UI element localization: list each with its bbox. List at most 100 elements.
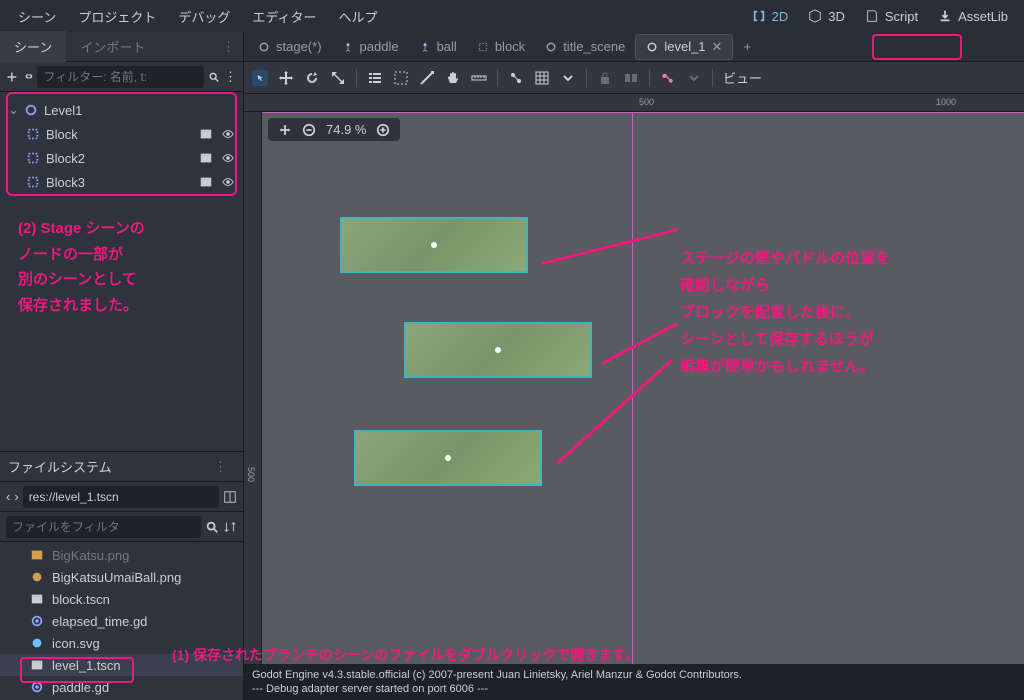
zoom-out-icon[interactable] <box>302 123 316 137</box>
view-menu-label[interactable]: ビュー <box>723 68 762 87</box>
fs-file-row[interactable]: paddle.gd <box>0 676 243 698</box>
view-3d-button[interactable]: 3D <box>800 5 853 28</box>
fs-path[interactable]: res://level_1.tscn <box>23 486 219 508</box>
menubar: シーン プロジェクト デバッグ エディター ヘルプ 2D 3D Script A… <box>0 0 1024 32</box>
body-icon <box>342 41 354 53</box>
scene-file-icon <box>30 592 44 606</box>
3d-icon <box>808 9 822 23</box>
menu-scene[interactable]: シーン <box>8 1 66 32</box>
ruler-horizontal: 500 1000 <box>244 94 1024 112</box>
fs-file-row[interactable]: BigKatsu.png <box>0 544 243 566</box>
list-select-icon[interactable] <box>367 70 383 86</box>
doc-tab-ball[interactable]: ball <box>409 35 467 58</box>
tree-node-block2[interactable]: Block2 <box>0 146 243 170</box>
visibility-icon[interactable] <box>221 175 235 189</box>
viewport-2d[interactable]: 74.9 % <box>262 112 1024 664</box>
search-icon[interactable] <box>205 520 219 534</box>
node2d-icon <box>24 103 38 117</box>
nav-forward-icon[interactable]: › <box>14 489 18 504</box>
grid-snap-icon[interactable] <box>534 70 550 86</box>
script-icon <box>865 9 879 23</box>
pan-tool-icon[interactable] <box>445 70 461 86</box>
zoom-in-icon[interactable] <box>376 123 390 137</box>
image-file-icon <box>30 570 44 584</box>
viewport-block-3[interactable] <box>354 430 542 486</box>
left-panel: シーン インポート ⋮ ⋮ ⌄ Level1 Block <box>0 32 244 700</box>
import-tab[interactable]: インポート <box>66 31 159 62</box>
view-2d-button[interactable]: 2D <box>744 5 797 28</box>
pivot-tool-icon[interactable] <box>419 70 435 86</box>
doc-tab-stage[interactable]: stage(*) <box>248 35 332 58</box>
snap-options-icon[interactable] <box>560 70 576 86</box>
node-icon <box>545 41 557 53</box>
view-script-button[interactable]: Script <box>857 5 926 28</box>
doc-tab-paddle[interactable]: paddle <box>332 35 409 58</box>
tree-root-level1[interactable]: ⌄ Level1 <box>0 98 243 122</box>
scene-filter-input[interactable] <box>37 66 204 88</box>
view-assetlib-button[interactable]: AssetLib <box>930 5 1016 28</box>
group-icon[interactable] <box>623 70 639 86</box>
lock-icon[interactable] <box>597 70 613 86</box>
annotation-highlight-tab <box>872 34 962 60</box>
tree-node-block3[interactable]: Block3 <box>0 170 243 194</box>
link-icon[interactable] <box>22 70 34 84</box>
doc-tab-title-scene[interactable]: title_scene <box>535 35 635 58</box>
visibility-icon[interactable] <box>221 151 235 165</box>
clapper-icon[interactable] <box>199 127 213 141</box>
collapse-icon[interactable]: ⌄ <box>8 102 18 118</box>
search-icon[interactable] <box>208 70 220 84</box>
menu-project[interactable]: プロジェクト <box>68 1 166 32</box>
visibility-icon[interactable] <box>221 127 235 141</box>
select-tool-icon[interactable] <box>252 70 268 86</box>
rotate-tool-icon[interactable] <box>304 70 320 86</box>
callout-line <box>542 228 679 265</box>
output-panel: Godot Engine v4.3.stable.official (c) 20… <box>244 664 1024 700</box>
panel-menu-icon[interactable]: ⋮ <box>214 39 243 55</box>
tree-node-block[interactable]: Block <box>0 122 243 146</box>
guide-horizontal <box>262 112 1024 113</box>
ruler-tool-icon[interactable] <box>471 70 487 86</box>
fs-file-row[interactable]: BigKatsuUmaiBall.png <box>0 566 243 588</box>
filesystem-title: ファイルシステム <box>8 457 112 476</box>
svg-file-icon <box>30 636 44 650</box>
move-tool-icon[interactable] <box>278 70 294 86</box>
doc-tab-level1[interactable]: level_1✕ <box>635 34 733 60</box>
2d-icon <box>752 9 766 23</box>
viewport-block-2[interactable] <box>404 322 592 378</box>
scale-tool-icon[interactable] <box>330 70 346 86</box>
center-view-icon[interactable] <box>278 123 292 137</box>
clapper-icon[interactable] <box>199 151 213 165</box>
download-icon <box>938 9 952 23</box>
annotation-left: (2) Stage シーンの ノードの一部が 別のシーンとして 保存されました。 <box>0 200 243 334</box>
scene-more-icon[interactable]: ⋮ <box>224 69 237 85</box>
bone-icon[interactable] <box>660 70 676 86</box>
fs-file-row[interactable]: block.tscn <box>0 588 243 610</box>
lock-tool-icon[interactable] <box>393 70 409 86</box>
menu-editor[interactable]: エディター <box>242 1 326 32</box>
fs-menu-icon[interactable]: ⋮ <box>206 459 235 475</box>
annotation-right: ステージの壁やパドルの位置を 確認しながら ブロックを配置した後に、 シーンとし… <box>680 245 980 380</box>
add-tab-icon[interactable]: + <box>733 39 761 54</box>
fs-filter-input[interactable] <box>6 516 201 538</box>
sort-icon[interactable] <box>223 520 237 534</box>
scene-tree: ⌄ Level1 Block Block2 Block3 <box>0 92 243 200</box>
add-node-icon[interactable] <box>6 70 18 84</box>
split-view-icon[interactable] <box>223 490 237 504</box>
bone-options-icon[interactable] <box>686 70 702 86</box>
menu-help[interactable]: ヘルプ <box>328 1 387 32</box>
fs-file-row[interactable]: elapsed_time.gd <box>0 610 243 632</box>
snap-toggle-icon[interactable] <box>508 70 524 86</box>
guide-vertical <box>632 112 633 664</box>
close-tab-icon[interactable]: ✕ <box>712 39 723 55</box>
zoom-level[interactable]: 74.9 % <box>326 122 366 137</box>
nav-back-icon[interactable]: ‹ <box>6 489 10 504</box>
menu-debug[interactable]: デバッグ <box>168 1 240 32</box>
clapper-icon[interactable] <box>199 175 213 189</box>
doc-tab-block[interactable]: block <box>467 35 535 58</box>
annotation-bottom: (1) 保存されたブランチのシーンのファイルをダブルクリックで開きます。 <box>172 643 639 668</box>
area-icon <box>477 41 489 53</box>
document-tabs: stage(*) paddle ball block title_scene l… <box>244 32 1024 62</box>
scene-file-icon <box>30 658 44 672</box>
scene-tab[interactable]: シーン <box>0 31 66 62</box>
viewport-block-1[interactable] <box>340 217 528 273</box>
